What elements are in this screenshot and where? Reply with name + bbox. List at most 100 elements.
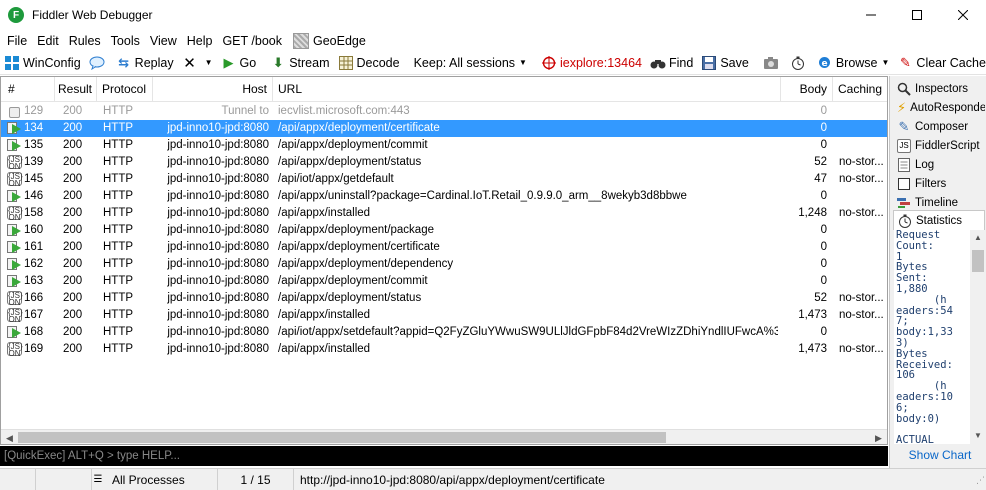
table-row[interactable]: {JS} ON 145 200 HTTP jpd-inno10-jpd:8080/api/… (1, 171, 887, 188)
table-row[interactable]: 160 200 HTTP jpd-inno10-jpd:8080/api/appx/d… (1, 222, 887, 239)
table-row[interactable]: 146 200 HTTP jpd-inno10-jpd:8080/api/appx/u… (1, 188, 887, 205)
row-body: 0 (820, 105, 827, 117)
row-body: 0 (820, 190, 827, 202)
process-filter-status-label: All Processes (112, 472, 185, 487)
table-row[interactable]: 163 200 HTTP jpd-inno10-jpd:8080/api/appx/d… (1, 273, 887, 290)
scroll-left-icon[interactable]: ◀ (1, 430, 18, 444)
table-row[interactable]: {JS} ON 167 200 HTTP jpd-inno10-jpd:8080/api/… (1, 307, 887, 324)
row-number: 139 (24, 156, 44, 168)
col-header-number[interactable]: # (1, 77, 55, 102)
row-result: 200 (63, 173, 83, 185)
stream-button[interactable]: ⬇ Stream (266, 52, 333, 74)
save-label: Save (720, 55, 749, 70)
col-header-protocol[interactable]: Protocol (97, 77, 153, 102)
timer-button[interactable] (786, 52, 813, 74)
go-button[interactable]: ▶ Go (217, 52, 261, 74)
tab-filters[interactable]: Filters (893, 174, 985, 193)
sessions-list[interactable]: # Result Protocol Host URL Body Caching … (0, 76, 888, 445)
table-row[interactable]: 161 200 HTTP jpd-inno10-jpd:8080/api/appx/d… (1, 239, 887, 256)
minimize-button[interactable] (848, 0, 894, 30)
row-caching: no-stor... (839, 173, 884, 185)
row-protocol: HTTP (103, 173, 134, 185)
menu-file[interactable]: File (0, 34, 32, 48)
tab-statistics[interactable]: Statistics (893, 210, 985, 230)
sessions-rows: 129 200 HTTP Tunnel to iecvlist.microsoft.co… (1, 103, 887, 358)
scrollbar-thumb[interactable] (972, 250, 984, 272)
save-button[interactable]: Save (697, 52, 753, 74)
crosshair-icon (541, 55, 557, 71)
menu-tools[interactable]: Tools (106, 34, 145, 48)
tab-inspectors[interactable]: Inspectors (893, 79, 985, 98)
table-row[interactable]: 162 200 HTTP jpd-inno10-jpd:8080/api/appx/d… (1, 256, 887, 273)
scroll-down-icon[interactable]: ▼ (970, 428, 986, 444)
find-button[interactable]: Find (646, 52, 697, 74)
browse-button[interactable]: e Browse ▼ (813, 52, 894, 74)
process-filter-status[interactable]: ☰ All Processes (88, 468, 218, 490)
table-row[interactable]: {JS} ON 166 200 HTTP jpd-inno10-jpd:8080/api/… (1, 290, 887, 307)
menu-get-book[interactable]: GET /book (217, 34, 287, 48)
row-body: 0 (820, 241, 827, 253)
table-row[interactable]: 134 200 HTTP jpd-inno10-jpd:8080/api/appx/d… (1, 120, 887, 137)
scroll-right-icon[interactable]: ▶ (870, 430, 887, 444)
table-row[interactable]: 129 200 HTTP Tunnel to iecvlist.microsoft.co… (1, 103, 887, 120)
comment-button[interactable] (85, 52, 112, 74)
vertical-scrollbar[interactable]: ▲ ▼ (970, 230, 986, 444)
keep-sessions-dropdown[interactable]: Keep: All sessions ▼ (410, 52, 531, 74)
table-row[interactable]: {JS} ON 169 200 HTTP jpd-inno10-jpd:8080/api/… (1, 341, 887, 358)
filter-checkbox-icon (897, 177, 911, 191)
windows-logo-icon (4, 55, 20, 71)
scroll-up-icon[interactable]: ▲ (970, 230, 986, 246)
scrollbar-thumb[interactable] (18, 432, 666, 443)
tab-autoresponder[interactable]: ⚡ AutoResponder (893, 98, 985, 117)
status-capture-area[interactable] (0, 468, 36, 490)
row-icon (7, 104, 23, 119)
row-body: 1,248 (798, 207, 827, 219)
menu-rules[interactable]: Rules (64, 34, 106, 48)
col-header-host[interactable]: Host (153, 77, 273, 102)
clear-cache-button[interactable]: ✎ Clear Cache (893, 52, 986, 74)
process-filter-button[interactable]: iexplore:13464 (537, 52, 646, 74)
col-header-result[interactable]: Result (55, 77, 97, 102)
show-chart-link[interactable]: Show Chart (894, 448, 986, 462)
session-count: 1 / 15 (218, 468, 294, 490)
remove-sessions-button[interactable]: ✕ ▼ (178, 52, 217, 74)
tab-fiddlerscript[interactable]: JS FiddlerScript (893, 136, 985, 155)
menu-help[interactable]: Help (182, 34, 218, 48)
window-controls (848, 0, 986, 30)
row-caching (839, 188, 887, 205)
menu-bar: File Edit Rules Tools View Help GET /boo… (0, 30, 986, 51)
replay-button[interactable]: ⇆ Replay (112, 52, 178, 74)
status-filter-area[interactable] (36, 468, 92, 490)
tab-composer[interactable]: ✎ Composer (893, 117, 985, 136)
tab-log[interactable]: Log (893, 155, 985, 174)
statistics-text[interactable]: Request Count: 1 Bytes Sent: 1,880 (h ea… (894, 230, 970, 444)
decode-button[interactable]: Decode (334, 52, 404, 74)
row-url: /api/appx/deployment/certificate (278, 122, 440, 134)
row-caching (839, 222, 887, 239)
resize-grip-icon[interactable]: ⋰ (976, 475, 985, 486)
maximize-button[interactable] (894, 0, 940, 30)
menu-edit[interactable]: Edit (32, 34, 64, 48)
table-row[interactable]: 168 200 HTTP jpd-inno10-jpd:8080/api/iot/ap… (1, 324, 887, 341)
table-row[interactable]: {JS} ON 139 200 HTTP jpd-inno10-jpd:8080/api/… (1, 154, 887, 171)
quickexec-input[interactable]: [QuickExec] ALT+Q > type HELP... (0, 446, 888, 466)
close-button[interactable] (940, 0, 986, 30)
json-icon: {JS} ON (7, 172, 23, 187)
col-header-body[interactable]: Body (781, 77, 833, 102)
title-bar: F Fiddler Web Debugger (0, 0, 986, 30)
row-result: 200 (63, 122, 83, 134)
table-row[interactable]: 135 200 HTTP jpd-inno10-jpd:8080/api/appx/d… (1, 137, 887, 154)
horizontal-scrollbar[interactable]: ◀ ▶ (1, 429, 887, 444)
col-header-url[interactable]: URL (273, 77, 781, 102)
table-row[interactable]: {JS} ON 158 200 HTTP jpd-inno10-jpd:8080/api/… (1, 205, 887, 222)
menu-view[interactable]: View (145, 34, 182, 48)
row-body: 0 (820, 275, 827, 287)
row-protocol: HTTP (103, 156, 134, 168)
col-header-caching[interactable]: Caching (833, 77, 887, 102)
row-host: jpd-inno10-jpd:8080 (167, 343, 269, 355)
row-url: /api/iot/appx/setdefault?appid=Q2FyZGluY… (278, 326, 778, 338)
row-icon: {JS} ON (7, 206, 23, 221)
screenshot-button[interactable] (759, 52, 786, 74)
winconfig-button[interactable]: WinConfig (0, 52, 85, 74)
menu-geoedge[interactable]: GeoEdge (313, 34, 371, 48)
